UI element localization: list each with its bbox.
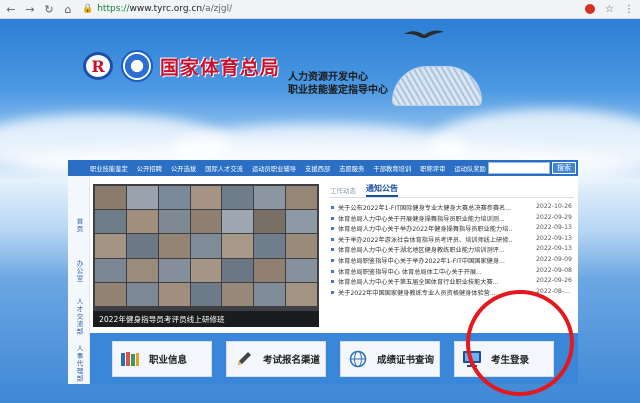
sub-title-2: 职业技能鉴定指导中心 — [288, 85, 388, 96]
bullet-icon — [331, 280, 334, 284]
url-host: www.tyrc.org.cn — [129, 4, 203, 14]
news-title[interactable]: 体育总局职鉴指导中心 体育总局体工中心关于开展... — [338, 267, 513, 276]
tab-notices[interactable]: 通知公告 — [366, 183, 398, 197]
score-certificate-button[interactable]: 成绩证书查询 — [340, 341, 440, 377]
search-input[interactable] — [488, 162, 550, 174]
list-item[interactable]: 关于举办2022年游泳社会体育指导员考评员、培训师线上研修... 2022-09-… — [330, 235, 576, 246]
nav-item[interactable]: 运动员职业辅导 — [252, 164, 296, 173]
site-title: 国家体育总局 — [160, 57, 281, 79]
bullet-icon — [331, 227, 334, 231]
reload-icon[interactable]: ↻ — [41, 1, 57, 17]
emblem-logo — [121, 50, 153, 82]
news-title[interactable]: 体育总局人力中心关于湖北地区健身教练职业能力培训测评... — [338, 245, 513, 254]
news-date: 2022-09-13 — [536, 224, 572, 232]
news-date: 2022-09-13 — [536, 234, 572, 242]
button-label: 职业信息 — [149, 355, 188, 366]
list-item[interactable]: 体育总局人力中心关于第五届全国体育行业职业技能大赛... 2022-09-26 — [330, 277, 576, 288]
nav-item[interactable]: 支援西部 — [305, 164, 330, 173]
news-date: 2022-09-29 — [536, 213, 572, 221]
list-item[interactable]: 体育总局职鉴指导中心关于举办2022年1-FIT中国国家健身... 2022-09… — [330, 256, 576, 267]
sidebar-item-office[interactable]: 办公室 — [68, 256, 90, 286]
computer-icon — [461, 350, 483, 368]
list-item[interactable]: 体育总局人力中心关于湖北地区健身教练职业能力培训测评... 2022-09-13 — [330, 245, 576, 256]
bullet-icon — [331, 237, 334, 241]
nav-item[interactable]: 运动队奖励 — [454, 164, 485, 173]
nav-item[interactable]: 志愿服务 — [339, 164, 364, 173]
books-icon — [119, 350, 141, 368]
bullet-icon — [331, 216, 334, 220]
news-title[interactable]: 关于公布2022年1-FIT国际健身专业大健身大赛总决赛参赛名... — [338, 203, 513, 212]
news-title[interactable]: 体育总局人力中心关于举办2022年健身操舞指导员职业能力培... — [338, 224, 513, 233]
news-date: 2022-09-26 — [536, 277, 572, 285]
news-date: 2022-10-26 — [536, 203, 572, 210]
nav-item[interactable]: 职称评审 — [420, 164, 445, 173]
star-icon[interactable]: ☆ — [605, 4, 614, 15]
address-bar[interactable]: 🔒 https:// www.tyrc.org.cn /a/zjgl/ — [82, 2, 579, 16]
news-date: 2022-09-13 — [536, 245, 572, 253]
button-label: 考生登录 — [491, 355, 530, 366]
nav-item[interactable]: 公开招聘 — [137, 164, 162, 173]
sidebar-item-talent-exchange[interactable]: 人才交流部 — [68, 294, 90, 340]
eagle-icon — [404, 30, 444, 38]
video-conference-image — [95, 186, 317, 306]
news-date: 2022-08-... — [536, 287, 570, 295]
sidebar-item-hr-agency[interactable]: 人事代理部 — [68, 344, 90, 384]
bullet-icon — [331, 269, 334, 273]
news-date: 2022-09-08 — [536, 266, 572, 274]
search-button[interactable]: 搜索 — [552, 162, 576, 174]
nav-item[interactable]: 职业技能鉴定 — [90, 164, 128, 173]
button-label: 成绩证书查询 — [377, 355, 435, 366]
news-title[interactable]: 体育总局职鉴指导中心关于举办2022年1-FIT中国国家健身... — [338, 256, 513, 265]
tab-work-news[interactable]: 工作动态 — [330, 185, 356, 195]
list-item[interactable]: 关于2022年中国国家健身教练专业人员资格健身体验营... 2022-08-... — [330, 288, 576, 299]
candidate-login-button[interactable]: 考生登录 — [454, 341, 554, 377]
news-title[interactable]: 关于2022年中国国家健身教练专业人员资格健身体验营... — [338, 288, 513, 297]
list-item[interactable]: 体育总局人力中心关于开展健身操舞指导员职业能力培训测... 2022-09-29 — [330, 214, 576, 225]
nav-item[interactable]: 国际人才交流 — [205, 164, 243, 173]
menu-icon[interactable]: ⋮ — [624, 4, 634, 15]
nav-item[interactable]: 干部教育培训 — [373, 164, 411, 173]
browser-toolbar: ← → ↻ ⌂ 🔒 https:// www.tyrc.org.cn /a/zj… — [0, 0, 640, 19]
photo-caption[interactable]: 2022年健身指导员考评员线上研修班 — [93, 311, 319, 327]
pencil-icon — [233, 350, 255, 368]
home-icon[interactable]: ⌂ — [60, 1, 76, 17]
globe-icon — [347, 350, 369, 368]
url-path: /a/zjgl/ — [202, 4, 233, 14]
bullet-icon — [331, 248, 334, 252]
news-title[interactable]: 关于举办2022年游泳社会体育指导员考评员、培训师线上研修... — [338, 235, 513, 244]
back-icon[interactable]: ← — [3, 1, 19, 17]
job-info-button[interactable]: 职业信息 — [112, 341, 212, 377]
extension-icon[interactable] — [585, 4, 596, 14]
list-item[interactable]: 体育总局人力中心关于举办2022年健身操舞指导员职业能力培... 2022-09-… — [330, 224, 576, 235]
news-date: 2022-09-09 — [536, 255, 572, 263]
bullet-icon — [331, 290, 334, 294]
news-title[interactable]: 体育总局人力中心关于开展健身操舞指导员职业能力培训测... — [338, 214, 513, 223]
r-logo[interactable]: R — [83, 52, 113, 80]
list-item[interactable]: 体育总局职鉴指导中心 体育总局体工中心关于开展... 2022-09-08 — [330, 267, 576, 278]
exam-registration-button[interactable]: 考试报名渠道 — [226, 341, 326, 377]
news-title[interactable]: 体育总局人力中心关于第五届全国体育行业职业技能大赛... — [338, 277, 513, 286]
button-label: 考试报名渠道 — [263, 355, 321, 366]
left-sidebar: 首页 办公室 人才交流部 人事代理部 — [68, 176, 90, 384]
news-list: 关于公布2022年1-FIT国际健身专业大健身大赛总决赛参赛名... 2022-1… — [330, 203, 576, 298]
url-scheme: https:// — [97, 4, 130, 14]
bullet-icon — [331, 258, 334, 262]
news-photo[interactable]: 2022年健身指导员考评员线上研修班 — [93, 184, 319, 327]
lock-icon: 🔒 — [82, 4, 94, 14]
forward-icon[interactable]: → — [22, 1, 38, 17]
sidebar-item-home[interactable]: 首页 — [68, 212, 90, 238]
bullet-icon — [331, 206, 334, 209]
nav-item[interactable]: 公开选拔 — [171, 164, 196, 173]
list-item[interactable]: 关于公布2022年1-FIT国际健身专业大健身大赛总决赛参赛名... 2022-1… — [330, 203, 576, 214]
